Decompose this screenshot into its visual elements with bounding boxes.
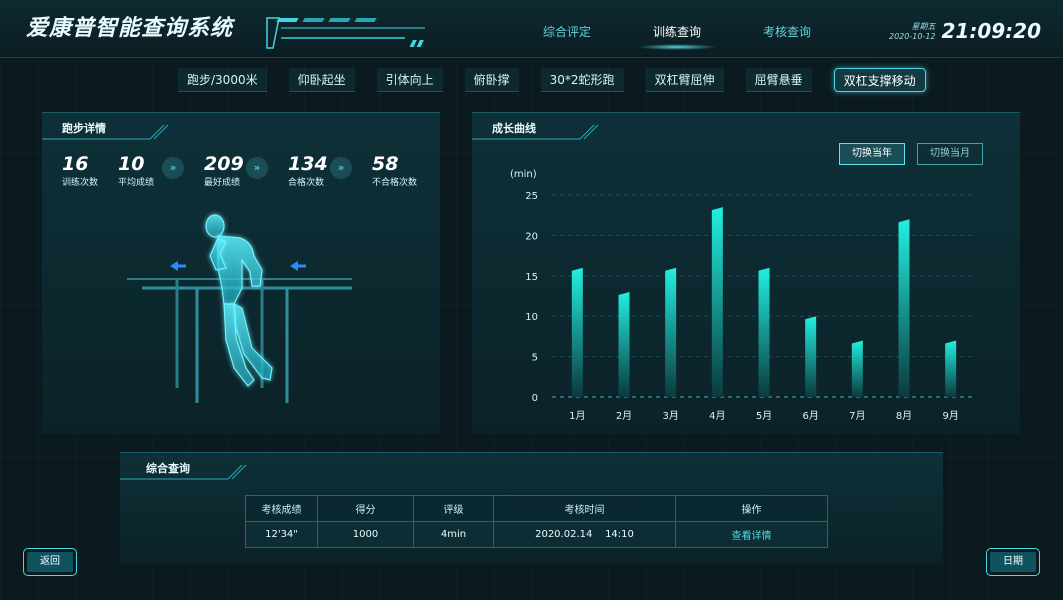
table-row: 12'34" 1000 4min 2020.02.14 14:10 查看详情 xyxy=(245,521,828,548)
stat-label: 平均成绩 xyxy=(118,178,155,188)
main-nav: 综合评定 训练查询 考核查询 xyxy=(512,18,842,50)
clock-meta: 星期五 2020-10-12 xyxy=(889,21,936,41)
subtab-parallel-bar-walk[interactable]: 双杠支撑移动 xyxy=(833,68,926,92)
clock-time: 21:09:20 xyxy=(941,19,1042,43)
stat-pass-count: 134 合格次数 xyxy=(288,153,328,188)
chart-bar xyxy=(665,267,677,397)
y-tick-label: 25 xyxy=(525,191,538,202)
chart-y-axis-label: (min) xyxy=(510,169,537,180)
column-header: 操作 xyxy=(675,495,828,522)
double-chevron-icon: » xyxy=(162,157,184,179)
chart-bar xyxy=(805,316,817,397)
subtab-pushups[interactable]: 俯卧撑 xyxy=(464,68,519,92)
back-button-label: 返回 xyxy=(27,552,73,572)
x-tick-label: 7月 xyxy=(849,410,865,422)
y-tick-label: 10 xyxy=(525,312,538,323)
clock: 星期五 2020-10-12 21:09:20 xyxy=(889,19,1041,43)
chart-bar xyxy=(571,267,583,397)
date-button-label: 日期 xyxy=(990,552,1036,572)
chart-bar xyxy=(945,340,957,397)
title-decoration xyxy=(266,17,425,49)
subtab-run[interactable]: 跑步/3000米 xyxy=(178,68,267,92)
stat-label: 训练次数 xyxy=(62,178,99,188)
chart-x-labels: 1月 2月 3月 4月 5月 6月 7月 8月 9月 xyxy=(569,410,959,422)
x-tick-label: 4月 xyxy=(709,410,725,422)
app-header: 爱康普智能查询系统 综合评定 训练查询 考核查询 星期五 2020-10-12 … xyxy=(0,0,1063,58)
stat-label: 合格次数 xyxy=(288,178,325,188)
detail-panel: 跑步详情 16 训练次数 10 平均成绩 » 209 最好成绩 » 134 合格… xyxy=(42,112,440,434)
cell-score: 12'34" xyxy=(245,521,318,548)
x-tick-label: 2月 xyxy=(616,410,632,422)
stat-value: 10 xyxy=(118,153,145,175)
x-tick-label: 3月 xyxy=(662,410,678,422)
nav-item-training[interactable]: 训练查询 xyxy=(622,18,732,50)
y-tick-label: 15 xyxy=(525,272,538,283)
stat-value: 58 xyxy=(372,153,399,175)
nav-item-comprehensive[interactable]: 综合评定 xyxy=(512,18,622,46)
double-chevron-icon: » xyxy=(246,157,268,179)
chart-bar xyxy=(758,267,770,397)
view-details-link[interactable]: 查看详情 xyxy=(732,531,772,542)
chart-bar xyxy=(898,219,910,397)
x-tick-label: 6月 xyxy=(802,410,818,422)
subtab-serpentine[interactable]: 30*2蛇形跑 xyxy=(540,68,624,92)
stats-row: 16 训练次数 10 平均成绩 » 209 最好成绩 » 134 合格次数 » … xyxy=(62,153,462,203)
results-table: 考核成绩 得分 评级 考核时间 操作 12'34" 1000 4min 2020… xyxy=(245,495,828,548)
stat-fail-count: 58 不合格次数 xyxy=(372,153,417,188)
cell-time: 2020.02.14 14:10 xyxy=(493,521,676,548)
chart-bar xyxy=(711,207,723,397)
clock-weekday: 星期五 xyxy=(911,22,936,31)
x-tick-label: 1月 xyxy=(569,410,585,422)
chart-bar xyxy=(851,340,863,397)
growth-panel-title: 成长曲线 xyxy=(492,122,536,135)
subtab-hang[interactable]: 屈臂悬垂 xyxy=(745,68,812,92)
stat-training-count: 16 训练次数 xyxy=(62,153,98,188)
cell-points: 1000 xyxy=(317,521,414,548)
x-tick-label: 9月 xyxy=(942,410,958,422)
column-header: 得分 xyxy=(317,495,414,522)
app-title: 爱康普智能查询系统 xyxy=(26,16,234,41)
x-tick-label: 5月 xyxy=(756,410,772,422)
cell-grade: 4min xyxy=(413,521,494,548)
detail-panel-title: 跑步详情 xyxy=(62,122,106,135)
clock-date: 2020-10-12 xyxy=(889,32,936,41)
growth-chart: (min) 0 5 10 15 20 25 1月 2月 3月 4月 5月 6月 7月 8月 9月 xyxy=(510,169,972,422)
subtab-pullups[interactable]: 引体向上 xyxy=(376,68,443,92)
y-tick-label: 5 xyxy=(532,353,538,364)
query-panel: 综合查询 考核成绩 得分 评级 考核时间 操作 12'34" 1000 4min… xyxy=(120,452,943,564)
stat-value: 16 xyxy=(62,153,89,175)
query-panel-title: 综合查询 xyxy=(146,462,190,475)
nav-item-assessment[interactable]: 考核查询 xyxy=(732,18,842,46)
stat-label: 最好成绩 xyxy=(204,178,241,188)
table-header-row: 考核成绩 得分 评级 考核时间 操作 xyxy=(245,495,828,522)
y-tick-label: 0 xyxy=(532,393,538,404)
chart-bar xyxy=(618,291,630,397)
date-button[interactable]: 日期 xyxy=(986,548,1040,576)
stat-value: 209 xyxy=(204,153,244,175)
cell-action: 查看详情 xyxy=(675,521,828,548)
y-tick-label: 20 xyxy=(525,231,538,242)
athlete-illustration xyxy=(127,214,352,403)
stat-value: 134 xyxy=(288,153,328,175)
column-header: 考核成绩 xyxy=(245,495,318,522)
subtab-situps[interactable]: 仰卧起坐 xyxy=(288,68,355,92)
back-button[interactable]: 返回 xyxy=(23,548,77,576)
subtab-dips[interactable]: 双杠臂屈伸 xyxy=(645,68,724,92)
stat-average: 10 平均成绩 xyxy=(118,153,154,188)
column-header: 考核时间 xyxy=(493,495,676,522)
column-header: 评级 xyxy=(413,495,494,522)
x-tick-label: 8月 xyxy=(896,410,912,422)
growth-panel: 成长曲线 切换当年 切换当月 (min) 0 5 10 15 20 25 1月 2月 3月 4月… xyxy=(472,112,1020,434)
double-chevron-icon: » xyxy=(330,157,352,179)
stat-best: 209 最好成绩 xyxy=(204,153,244,188)
stat-label: 不合格次数 xyxy=(372,178,418,188)
exercise-tabs: 跑步/3000米 仰卧起坐 引体向上 俯卧撑 30*2蛇形跑 双杠臂屈伸 屈臂悬… xyxy=(178,68,948,92)
